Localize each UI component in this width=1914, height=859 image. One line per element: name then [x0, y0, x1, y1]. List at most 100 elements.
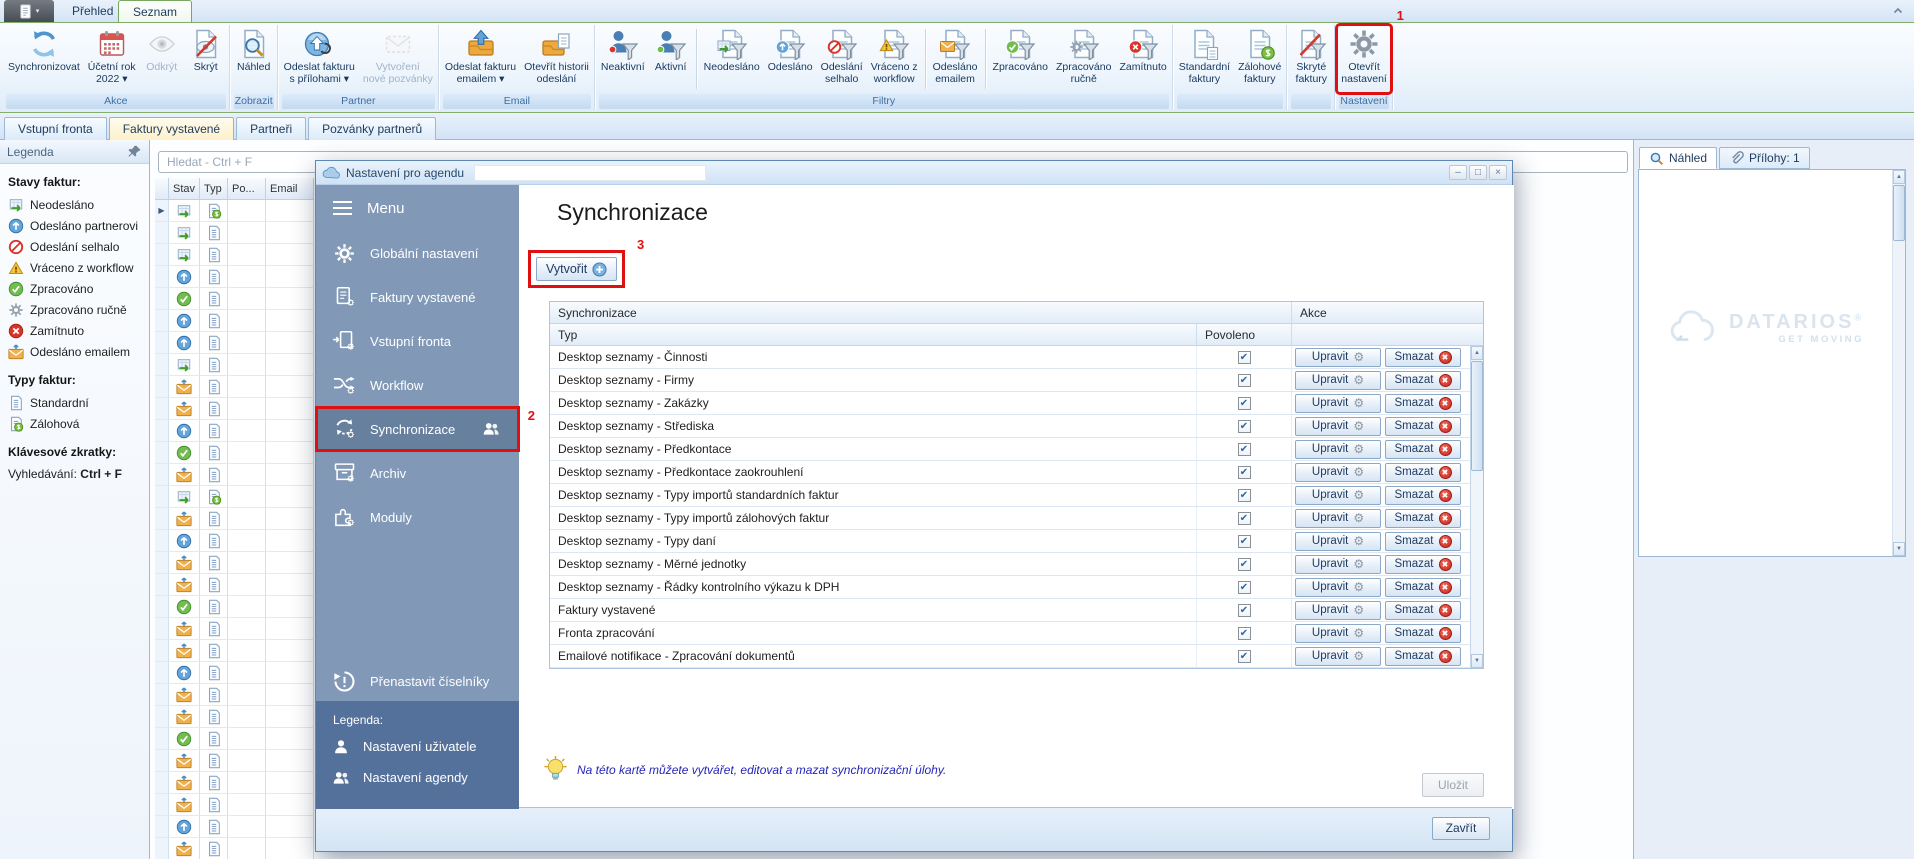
table-row[interactable] [155, 244, 314, 266]
table-row[interactable] [155, 222, 314, 244]
table-row[interactable]: ▶ [155, 200, 314, 222]
enabled-checkbox[interactable]: ✔ [1238, 466, 1251, 479]
tab-faktury-vystavene[interactable]: Faktury vystavené [109, 117, 234, 140]
group-header-synchronizace[interactable]: Synchronizace [550, 302, 1292, 323]
table-row[interactable] [155, 662, 314, 684]
table-row[interactable] [155, 508, 314, 530]
table-row[interactable] [155, 596, 314, 618]
column-header-povoleno[interactable]: Povoleno [1197, 324, 1292, 345]
menu-item-globalni-nastaveni[interactable]: Globální nastavení [316, 231, 519, 275]
ribbon-button-odeslat-fakturu-s-prilohami[interactable]: Odeslat fakturu s přílohami ▾ [280, 25, 359, 93]
row-selector[interactable] [155, 750, 169, 772]
maximize-button[interactable]: □ [1469, 165, 1487, 180]
row-selector[interactable] [155, 728, 169, 750]
table-row[interactable] [155, 442, 314, 464]
row-selector[interactable] [155, 794, 169, 816]
table-row[interactable] [155, 420, 314, 442]
column-header-stav[interactable]: Stav [169, 178, 200, 200]
edit-sync-button[interactable]: Upravit⚙ [1295, 624, 1381, 643]
row-selector[interactable] [155, 530, 169, 552]
enabled-checkbox[interactable]: ✔ [1238, 489, 1251, 502]
row-selector[interactable] [155, 640, 169, 662]
delete-sync-button[interactable]: Smazat✖ [1385, 371, 1461, 390]
collapse-ribbon-button[interactable] [1890, 4, 1906, 18]
ribbon-button-odeslano-emailem[interactable]: Odesláno emailem [929, 25, 982, 93]
tab-pozvanky-partneru[interactable]: Pozvánky partnerů [308, 117, 436, 140]
row-selector[interactable] [155, 684, 169, 706]
ribbon-button-neaktivni[interactable]: Neaktivní [597, 25, 649, 93]
menu-item-prenastavit-ciselniky[interactable]: Přenastavit číselníky [316, 659, 519, 703]
enabled-checkbox[interactable]: ✔ [1238, 535, 1251, 548]
ribbon-button-synchronizovat[interactable]: Synchronizovat [4, 25, 84, 93]
table-row[interactable] [155, 794, 314, 816]
table-row[interactable] [155, 618, 314, 640]
enabled-checkbox[interactable]: ✔ [1238, 604, 1251, 617]
row-selector[interactable] [155, 266, 169, 288]
row-selector[interactable] [155, 772, 169, 794]
enabled-checkbox[interactable]: ✔ [1238, 627, 1251, 640]
scroll-thumb[interactable] [1471, 361, 1483, 471]
column-header-typ[interactable]: Typ [550, 324, 1197, 345]
menu-item-faktury-vystavene[interactable]: Faktury vystavené [316, 275, 519, 319]
row-selector[interactable] [155, 464, 169, 486]
table-row[interactable] [155, 530, 314, 552]
enabled-checkbox[interactable]: ✔ [1238, 420, 1251, 433]
menu-item-workflow[interactable]: Workflow [316, 363, 519, 407]
minimize-button[interactable]: – [1449, 165, 1467, 180]
preview-tab-prilohy-1[interactable]: Přílohy: 1 [1719, 147, 1810, 169]
edit-sync-button[interactable]: Upravit⚙ [1295, 509, 1381, 528]
row-selector[interactable] [155, 574, 169, 596]
table-row[interactable] [155, 750, 314, 772]
close-button[interactable]: × [1489, 165, 1507, 180]
ribbon-button-standardni-faktury[interactable]: Standardní faktury [1175, 25, 1234, 93]
close-dialog-button[interactable]: Zavřít [1432, 817, 1490, 840]
ribbon-button-aktivni[interactable]: Aktivní [649, 25, 693, 93]
delete-sync-button[interactable]: Smazat✖ [1385, 555, 1461, 574]
edit-sync-button[interactable]: Upravit⚙ [1295, 440, 1381, 459]
table-row[interactable] [155, 354, 314, 376]
table-row[interactable] [155, 838, 314, 859]
edit-sync-button[interactable]: Upravit⚙ [1295, 463, 1381, 482]
enabled-checkbox[interactable]: ✔ [1238, 397, 1251, 410]
ribbon-button-skryte-faktury[interactable]: Skryté faktury [1289, 25, 1333, 93]
table-row[interactable] [155, 772, 314, 794]
edit-sync-button[interactable]: Upravit⚙ [1295, 348, 1381, 367]
row-selector[interactable] [155, 420, 169, 442]
enabled-checkbox[interactable]: ✔ [1238, 374, 1251, 387]
delete-sync-button[interactable]: Smazat✖ [1385, 532, 1461, 551]
row-selector[interactable] [155, 442, 169, 464]
row-selector[interactable] [155, 244, 169, 266]
edit-sync-button[interactable]: Upravit⚙ [1295, 555, 1381, 574]
row-selector[interactable] [155, 310, 169, 332]
table-row[interactable] [155, 310, 314, 332]
save-button[interactable]: Uložit [1422, 773, 1484, 797]
tab-partneri[interactable]: Partneři [236, 117, 306, 140]
delete-sync-button[interactable]: Smazat✖ [1385, 624, 1461, 643]
edit-sync-button[interactable]: Upravit⚙ [1295, 394, 1381, 413]
ribbon-button-ucetni-rok-2022[interactable]: Účetní rok 2022 ▾ [84, 25, 140, 93]
menu-item-moduly[interactable]: Moduly [316, 495, 519, 539]
ribbon-button-odeslano[interactable]: Odesláno [764, 25, 817, 93]
row-selector[interactable] [155, 486, 169, 508]
delete-sync-button[interactable]: Smazat✖ [1385, 486, 1461, 505]
row-selector[interactable] [155, 288, 169, 310]
ribbon-button-otevrit-nastaveni[interactable]: Otevřít nastavení1 [1337, 25, 1391, 93]
table-row[interactable] [155, 464, 314, 486]
ribbon-button-otevrit-historii-odeslani[interactable]: Otevřít historii odeslání [520, 25, 593, 93]
table-row[interactable] [155, 816, 314, 838]
delete-sync-button[interactable]: Smazat✖ [1385, 417, 1461, 436]
row-selector[interactable] [155, 508, 169, 530]
enabled-checkbox[interactable]: ✔ [1238, 443, 1251, 456]
menu-header[interactable]: Menu [316, 185, 519, 231]
enabled-checkbox[interactable]: ✔ [1238, 558, 1251, 571]
column-header-typ[interactable]: Typ [200, 178, 228, 200]
create-sync-button[interactable]: Vytvořit [536, 257, 617, 281]
table-row[interactable] [155, 376, 314, 398]
enabled-checkbox[interactable]: ✔ [1238, 512, 1251, 525]
scroll-up-icon[interactable]: ▲ [1471, 346, 1483, 360]
delete-sync-button[interactable]: Smazat✖ [1385, 578, 1461, 597]
ribbon-button-zamitnuto[interactable]: Zamítnuto [1115, 25, 1170, 93]
app-menu-tab[interactable]: ▾ [4, 0, 54, 22]
window-tab-seznam[interactable]: Seznam [118, 0, 192, 22]
row-selector[interactable] [155, 596, 169, 618]
